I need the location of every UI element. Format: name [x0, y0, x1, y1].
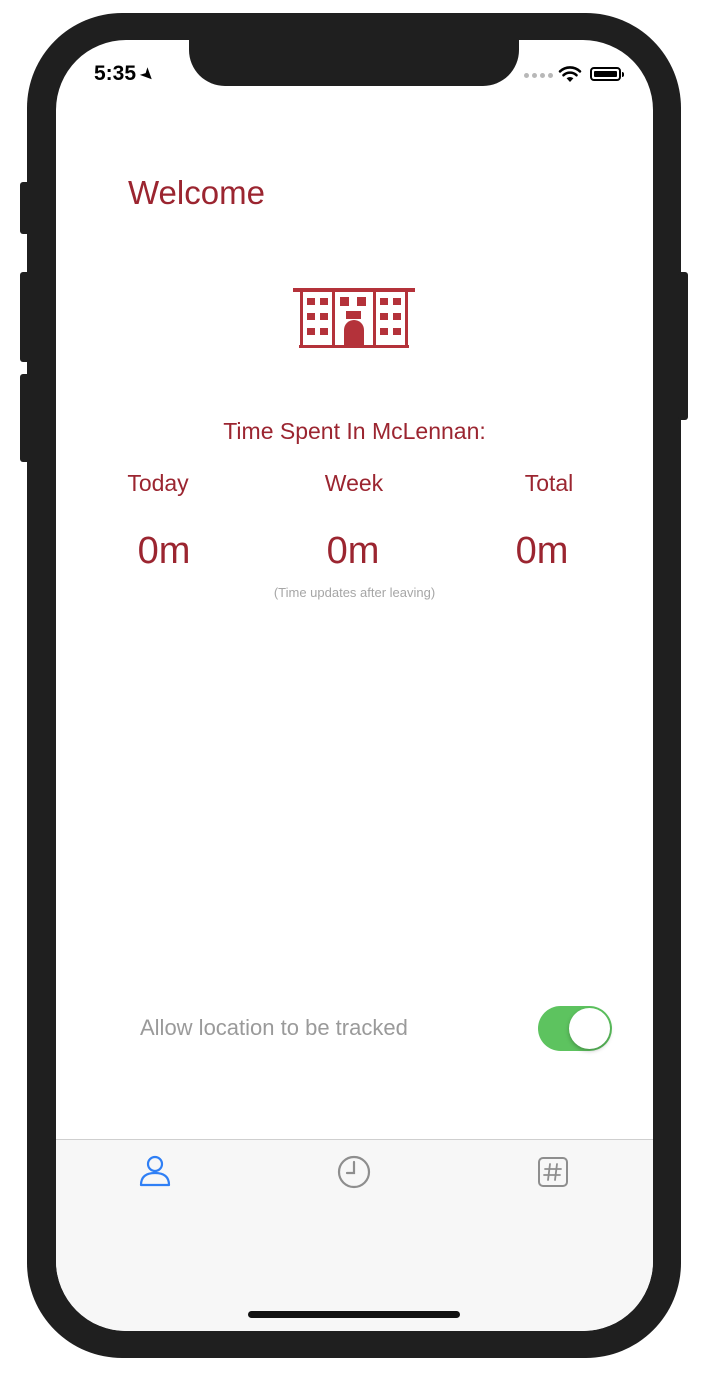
week-label: Week	[324, 470, 384, 496]
volume-up-button	[20, 272, 30, 362]
hashtag-icon	[538, 1157, 568, 1187]
building-icon	[293, 288, 415, 348]
clock-icon	[337, 1155, 371, 1189]
mute-switch	[20, 182, 30, 234]
tab-bar	[56, 1139, 653, 1212]
person-icon	[139, 1155, 171, 1187]
location-tracking-label: Allow location to be tracked	[140, 1015, 408, 1040]
tab-profile[interactable]	[135, 1152, 175, 1192]
notch	[189, 40, 519, 86]
location-arrow-icon: ➤	[135, 62, 160, 87]
toggle-knob	[569, 1008, 610, 1049]
home-indicator[interactable]	[248, 1311, 460, 1318]
volume-down-button	[20, 374, 30, 462]
tab-history[interactable]	[334, 1152, 374, 1192]
total-value: 0m	[515, 530, 569, 572]
total-label: Total	[524, 470, 574, 496]
page-title: Welcome	[128, 174, 265, 211]
status-bar-time: 5:35➤	[94, 62, 159, 86]
time-update-note: (Time updates after leaving)	[273, 585, 436, 600]
location-tracking-toggle[interactable]	[538, 1006, 612, 1051]
power-button	[678, 272, 688, 420]
battery-icon	[590, 67, 624, 81]
screen: 5:35➤ Welcome Time Spent In McLennan: To…	[56, 40, 653, 1331]
wifi-icon	[558, 66, 582, 82]
today-label: Today	[127, 470, 189, 496]
cellular-signal-icon	[524, 73, 553, 78]
stats-title: Time Spent In McLennan:	[223, 418, 486, 444]
week-value: 0m	[326, 530, 380, 572]
tab-stats[interactable]	[533, 1152, 573, 1192]
status-time-text: 5:35	[94, 62, 137, 85]
today-value: 0m	[137, 530, 191, 572]
